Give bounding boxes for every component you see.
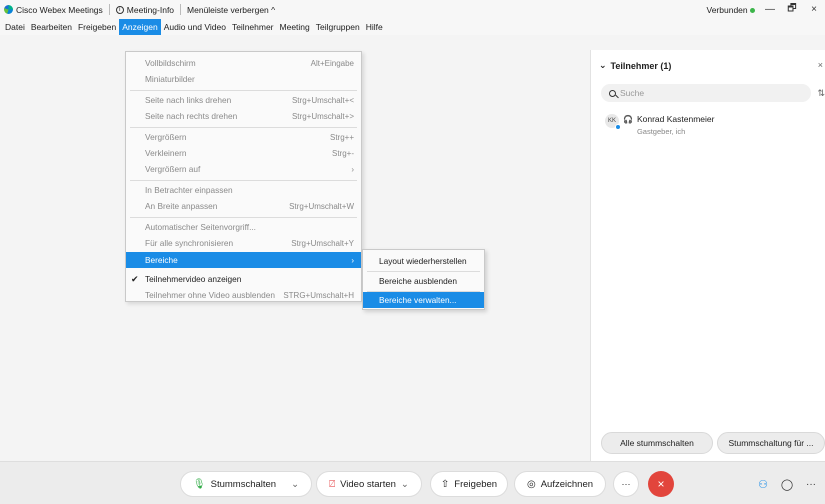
submenu-item-hide-panels[interactable]: Bereiche ausblenden <box>363 273 484 289</box>
submenu-item-reset-layout[interactable]: Layout wiederherstellen <box>363 253 484 269</box>
participant-role: Gastgeber, ich <box>636 127 686 136</box>
panel-title: Teilnehmer (1) <box>610 60 672 71</box>
panel-header[interactable]: ⌄ Teilnehmer (1) <box>599 60 671 71</box>
checkmark-icon: ✔ <box>131 273 139 284</box>
menu-hilfe[interactable]: Hilfe <box>363 19 386 35</box>
divider <box>180 4 182 15</box>
menu-bearbeiten[interactable]: Bearbeiten <box>28 19 75 35</box>
menu-item-zoom-out[interactable]: Verkleinern Strg+- <box>126 145 361 161</box>
search-icon <box>609 89 616 97</box>
record-button[interactable]: ◎ Aufzeichnen <box>514 471 606 497</box>
menu-anzeigen[interactable]: Anzeigen <box>119 19 161 35</box>
menu-item-fit-width[interactable]: An Breite anpassen Strg+Umschalt+W <box>126 198 361 214</box>
menu-meeting[interactable]: Meeting <box>277 19 313 35</box>
chat-icon: ◯ <box>780 478 794 491</box>
participants-toggle-button[interactable]: ⚇ <box>752 471 774 497</box>
minimize-button[interactable]: — <box>763 4 777 15</box>
menu-bar: Datei Bearbeiten Freigeben Anzeigen Audi… <box>0 19 825 35</box>
menu-item-auto-advance[interactable]: Automatischer Seitenvorgriff... <box>126 219 361 235</box>
chevron-down-icon[interactable]: ⌄ <box>401 479 409 490</box>
menu-item-hide-no-video[interactable]: Teilnehmer ohne Video ausblenden STRG+Ums… <box>126 287 361 303</box>
menu-separator <box>130 90 357 91</box>
headset-icon: 🎧 <box>623 115 633 124</box>
sort-icon[interactable]: ⇅ <box>817 88 825 99</box>
submenu-item-manage-panels[interactable]: Bereiche verwalten... <box>363 292 484 308</box>
menu-item-panels[interactable]: Bereiche › <box>126 252 361 268</box>
app-title: Cisco Webex Meetings <box>0 5 103 15</box>
participant-row[interactable]: KK 🎧 Konrad Kastenmeier Gastgeber, ich <box>605 114 714 136</box>
hide-menu-label: Menüleiste verbergen ^ <box>187 4 276 15</box>
menu-item-rotate-right[interactable]: Seite nach rechts drehen Strg+Umschalt+> <box>126 108 361 124</box>
chevron-down-icon: ⌄ <box>599 60 607 70</box>
share-icon: ⇧ <box>440 478 450 490</box>
meeting-info-label: Meeting-Info <box>126 4 175 15</box>
record-icon: ◎ <box>526 478 536 490</box>
menu-item-zoom-in[interactable]: Vergrößern Strg++ <box>126 129 361 145</box>
mute-all-button[interactable]: Alle stummschalten <box>601 432 713 454</box>
menu-datei[interactable]: Datei <box>2 19 28 35</box>
menu-audio-video[interactable]: Audio und Video <box>161 19 229 35</box>
menu-separator <box>130 180 357 181</box>
share-button[interactable]: ⇧ Freigeben <box>430 471 508 497</box>
more-panels-button[interactable]: ··· <box>800 471 822 497</box>
participant-search-input[interactable]: Suche <box>601 84 811 102</box>
status-dot-icon <box>750 7 755 13</box>
mute-for-button[interactable]: Stummschaltung für ... <box>717 432 825 454</box>
hide-menu-button[interactable]: Menüleiste verbergen ^ <box>187 5 275 15</box>
connection-status: Verbunden <box>707 5 755 15</box>
avatar: KK <box>605 114 621 130</box>
menu-separator <box>130 217 357 218</box>
meeting-controls: 🎙 Stummschalten ⌄ ⍁ Video starten ⌄ ⇧ Fr… <box>0 461 825 504</box>
chat-button[interactable]: ◯ <box>776 471 798 497</box>
meeting-info-button[interactable]: i Meeting-Info <box>115 4 175 15</box>
menu-item-fullscreen[interactable]: Vollbildschirm Alt+Eingabe <box>126 55 361 71</box>
participants-icon: ⚇ <box>758 478 768 491</box>
menu-item-rotate-left[interactable]: Seite nach links drehen Strg+Umschalt+< <box>126 92 361 108</box>
panel-close-icon[interactable]: × <box>818 60 823 70</box>
menu-teilnehmer[interactable]: Teilnehmer <box>229 19 277 35</box>
view-menu-dropdown: Vollbildschirm Alt+Eingabe Miniaturbilder… <box>125 51 362 302</box>
end-meeting-button[interactable]: × <box>648 471 674 497</box>
restore-button[interactable]: 🗗 <box>785 1 799 18</box>
title-bar: Cisco Webex Meetings i Meeting-Info Menü… <box>0 0 825 19</box>
mute-button[interactable]: 🎙 Stummschalten ⌄ <box>180 471 312 497</box>
start-video-button[interactable]: ⍁ Video starten ⌄ <box>316 471 422 497</box>
search-placeholder: Suche <box>620 88 645 98</box>
close-icon: × <box>657 477 665 491</box>
menu-item-fit-viewer[interactable]: In Betrachter einpassen <box>126 182 361 198</box>
menu-item-zoom-to[interactable]: Vergrößern auf › <box>126 161 361 177</box>
microphone-icon: 🎙 <box>192 478 206 490</box>
app-name: Cisco Webex Meetings <box>16 4 103 15</box>
window-controls: Verbunden — 🗗 × <box>707 0 825 19</box>
more-icon: ··· <box>806 478 816 490</box>
more-options-button[interactable]: ··· <box>613 471 639 497</box>
close-window-button[interactable]: × <box>807 4 821 15</box>
menu-item-sync-all[interactable]: Für alle synchronisieren Strg+Umschalt+Y <box>126 235 361 251</box>
info-icon: i <box>115 5 124 14</box>
participant-name: Konrad Kastenmeier <box>636 114 715 124</box>
participants-panel: ⌄ Teilnehmer (1) × Suche ⇅ KK 🎧 Konrad K… <box>590 50 825 461</box>
menu-teilgruppen[interactable]: Teilgruppen <box>313 19 363 35</box>
menu-freigeben[interactable]: Freigeben <box>75 19 119 35</box>
chevron-down-icon[interactable]: ⌄ <box>291 479 299 490</box>
video-off-icon: ⍁ <box>329 478 336 490</box>
panels-submenu: Layout wiederherstellen Bereiche ausblen… <box>362 249 485 310</box>
menu-item-thumbnails[interactable]: Miniaturbilder <box>126 71 361 87</box>
webex-logo-icon <box>4 5 13 14</box>
menu-item-show-participant-video[interactable]: ✔ Teilnehmervideo anzeigen <box>126 271 361 287</box>
menu-separator <box>130 127 357 128</box>
host-badge-icon <box>615 124 621 130</box>
menu-separator <box>367 271 480 272</box>
divider <box>108 4 110 15</box>
